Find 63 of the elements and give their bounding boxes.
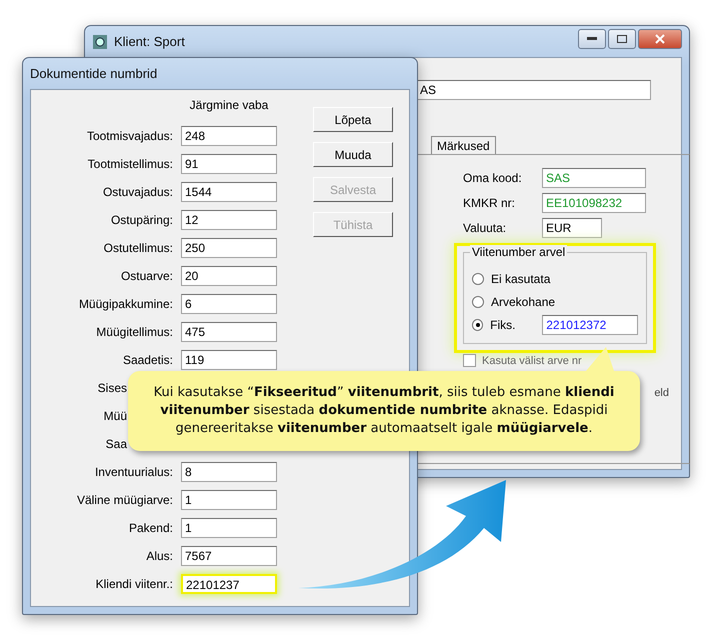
field-label: KMKR nr: (463, 196, 516, 210)
field-label: Müügitellimus: (96, 325, 173, 339)
input-field[interactable]: 7567 (181, 546, 277, 566)
field-label: Ostuvajadus: (102, 185, 173, 199)
input-field[interactable]: 221012372 (542, 315, 638, 335)
maximize-button[interactable] (608, 28, 636, 48)
input-field[interactable]: 1 (181, 490, 277, 510)
maximize-icon (617, 34, 627, 42)
callout-text: Kui kasutakse “Fikseeritud” viitenumbrit, siis tuleb esmane kliendi viitenumber sisestada dokumentide numbrite aknasse. Edaspidi genereeritakse viitenumber automaatselt igale müügiarvele. (152, 384, 616, 438)
field-label: Sises (98, 381, 127, 395)
field-label: Oma kood: (463, 170, 523, 184)
close-icon (655, 34, 665, 44)
field-label: Valuuta: (463, 220, 508, 234)
minimize-icon (587, 36, 597, 40)
field-label: Tootmistellimus: (88, 157, 173, 171)
input-field[interactable]: 119 (181, 350, 277, 370)
input-field[interactable]: 1 (181, 518, 277, 538)
name-field[interactable]: AS (416, 80, 651, 100)
field-label: Pakend: (128, 521, 173, 535)
radio-label: Fiks. (490, 318, 516, 332)
radio-button[interactable] (472, 273, 484, 285)
label-fragment: eld (654, 387, 669, 399)
dialog-button[interactable]: Muuda (313, 142, 393, 167)
checkbox-label: Kasuta välist arve nr (482, 354, 582, 366)
input-field[interactable]: 8 (181, 462, 277, 482)
field-label: Tootmisvajadus: (86, 129, 173, 143)
radio-label: Ei kasutata (491, 272, 550, 286)
input-field[interactable]: 6 (181, 294, 277, 314)
dialog-title: Dokumentide numbrid (30, 66, 158, 81)
field-label: Ostuarve: (120, 269, 173, 283)
field-label: Inventuurialus: (94, 465, 173, 479)
radio-button[interactable] (472, 296, 484, 308)
input-field[interactable]: 250 (181, 238, 277, 258)
input-field[interactable]: SAS (542, 168, 646, 188)
app-icon (92, 34, 108, 50)
input-field[interactable]: 12 (181, 210, 277, 230)
input-field[interactable]: 248 (181, 126, 277, 146)
field-label: Müügipakkumine: (78, 297, 173, 311)
field-label: Väline müügiarve: (76, 493, 173, 507)
tab[interactable]: Märkused (431, 136, 496, 154)
input-field[interactable]: 22101237 (181, 574, 277, 594)
column-heading: Järgmine vaba (188, 98, 270, 114)
field-label: Ostutellimus: (104, 241, 173, 255)
window-title: Klient: Sport (114, 34, 185, 49)
input-field[interactable]: 20 (181, 266, 277, 286)
checkbox[interactable] (463, 354, 476, 367)
input-field[interactable]: EE101098232 (542, 192, 646, 212)
input-field[interactable]: EUR (542, 218, 602, 238)
radio-button[interactable] (472, 319, 484, 331)
dialog-button[interactable]: Lõpeta (313, 107, 393, 132)
group-title: Viitenumber arvel (470, 245, 568, 259)
close-button[interactable] (638, 28, 682, 48)
input-field[interactable]: 475 (181, 322, 277, 342)
field-label: Alus: (146, 549, 173, 563)
field-label: Kliendi viitenr.: (96, 577, 173, 591)
input-field[interactable]: 1544 (181, 182, 277, 202)
radio-label: Arvekohane (491, 295, 556, 309)
minimize-button[interactable] (578, 28, 606, 48)
field-label: Saa (106, 437, 127, 451)
input-field[interactable]: 91 (181, 154, 277, 174)
field-label: Ostupäring: (110, 213, 173, 227)
field-label: Müü (104, 409, 127, 423)
field-label: Saadetis: (122, 353, 173, 367)
